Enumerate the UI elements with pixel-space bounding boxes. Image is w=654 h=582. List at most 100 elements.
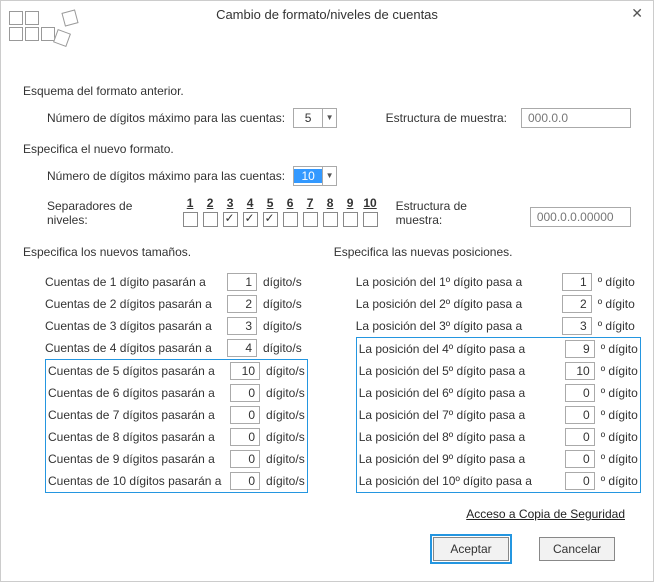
separator-checkbox-4[interactable] xyxy=(243,212,258,227)
size-row: Cuentas de 4 dígitos pasarán a4dígito/s xyxy=(45,337,308,359)
size-row: Cuentas de 9 dígitos pasarán a0dígito/s xyxy=(48,448,305,470)
position-input[interactable]: 9 xyxy=(565,340,595,358)
size-label: Cuentas de 8 dígitos pasarán a xyxy=(48,430,224,444)
label-new-max-digits: Número de dígitos máximo para las cuenta… xyxy=(47,169,285,183)
position-input[interactable]: 0 xyxy=(565,384,595,402)
size-row: Cuentas de 1 dígito pasarán a1dígito/s xyxy=(45,271,308,293)
position-label: La posición del 9º dígito pasa a xyxy=(359,452,559,466)
size-input[interactable]: 10 xyxy=(230,362,260,380)
size-input[interactable]: 0 xyxy=(230,406,260,424)
position-input[interactable]: 3 xyxy=(562,317,592,335)
position-row: La posición del 8º dígito pasa a0º dígit… xyxy=(359,426,638,448)
size-unit: dígito/s xyxy=(266,364,305,378)
position-input[interactable]: 10 xyxy=(565,362,595,380)
size-label: Cuentas de 7 dígitos pasarán a xyxy=(48,408,224,422)
position-input[interactable]: 0 xyxy=(565,450,595,468)
size-unit: dígito/s xyxy=(266,474,305,488)
new-struct-display: 000.0.0.00000 xyxy=(530,207,631,227)
size-input[interactable]: 0 xyxy=(230,450,260,468)
position-unit: º dígito xyxy=(601,474,638,488)
position-input[interactable]: 2 xyxy=(562,295,592,313)
separator-header-6: 6 xyxy=(283,196,298,210)
size-label: Cuentas de 10 dígitos pasarán a xyxy=(48,474,224,488)
position-input[interactable]: 1 xyxy=(562,273,592,291)
size-row: Cuentas de 3 dígitos pasarán a3dígito/s xyxy=(45,315,308,337)
position-unit: º dígito xyxy=(601,452,638,466)
position-unit: º dígito xyxy=(601,408,638,422)
separator-header-9: 9 xyxy=(343,196,358,210)
position-unit: º dígito xyxy=(601,364,638,378)
separator-checkbox-9[interactable] xyxy=(343,212,358,227)
size-row: Cuentas de 2 dígitos pasarán a 2 dígito/s xyxy=(45,293,308,315)
separator-header-4: 4 xyxy=(243,196,258,210)
position-row: La posición del 4º dígito pasa a 9 º dígit… xyxy=(359,338,638,360)
size-input[interactable]: 1 xyxy=(227,273,257,291)
size-row: Cuentas de 5 dígitos pasarán a 10 dígito/s xyxy=(48,360,305,382)
position-label: La posición del 2º dígito pasa a xyxy=(356,297,556,311)
size-unit: dígito/s xyxy=(263,341,302,355)
separator-checkbox-8[interactable] xyxy=(323,212,338,227)
chevron-down-icon: ▼ xyxy=(322,167,336,185)
size-input[interactable]: 2 xyxy=(227,295,257,313)
size-input[interactable]: 3 xyxy=(227,317,257,335)
position-row: La posición del 7º dígito pasa a 0 º dígit… xyxy=(359,404,638,426)
separator-checkbox-2[interactable] xyxy=(203,212,218,227)
close-icon[interactable]: ✕ xyxy=(631,5,643,22)
separator-header-10: 10 xyxy=(363,196,378,210)
new-max-digits-dropdown[interactable]: 10 ▼ xyxy=(293,166,337,186)
separator-header-1: 1 xyxy=(183,196,198,210)
position-input[interactable]: 0 xyxy=(565,406,595,424)
separator-checkbox-6[interactable] xyxy=(283,212,298,227)
position-label: La posición del 10º dígito pasa a xyxy=(359,474,559,488)
position-input[interactable]: 0 xyxy=(565,472,595,490)
accept-button[interactable]: Aceptar xyxy=(433,537,509,561)
new-max-digits-value: 10 xyxy=(294,169,322,183)
size-label: Cuentas de 9 dígitos pasarán a xyxy=(48,452,224,466)
label-new-struct: Estructura de muestra: xyxy=(396,199,506,227)
size-unit: dígito/s xyxy=(263,297,302,311)
size-row: Cuentas de 8 dígitos pasarán a 0 dígito/s xyxy=(48,426,305,448)
position-label: La posición del 4º dígito pasa a xyxy=(359,342,559,356)
separator-checkbox-3[interactable] xyxy=(223,212,238,227)
position-unit: º dígito xyxy=(601,430,638,444)
size-label: Cuentas de 5 dígitos pasarán a xyxy=(48,364,224,378)
separator-checkbox-1[interactable] xyxy=(183,212,198,227)
position-unit: º dígito xyxy=(601,342,638,356)
size-unit: dígito/s xyxy=(266,408,305,422)
size-row: Cuentas de 7 dígitos pasarán a 0 dígito/s xyxy=(48,404,305,426)
separator-checkbox-7[interactable] xyxy=(303,212,318,227)
size-label: Cuentas de 2 dígitos pasarán a xyxy=(45,297,221,311)
section-new-sizes: Especifica los nuevos tamaños. xyxy=(23,245,308,259)
position-unit: º dígito xyxy=(601,386,638,400)
position-row: La posición del 6º dígito pasa a0º dígit… xyxy=(359,382,638,404)
position-row: La posición del 9º dígito pasa a 0 º dígit… xyxy=(359,448,638,470)
position-unit: º dígito xyxy=(598,275,635,289)
section-new-format: Especifica el nuevo formato. xyxy=(23,142,631,156)
size-input[interactable]: 0 xyxy=(230,428,260,446)
separator-header-3: 3 xyxy=(223,196,238,210)
prev-max-digits-dropdown[interactable]: 5 ▼ xyxy=(293,108,337,128)
section-prev-format: Esquema del formato anterior. xyxy=(23,84,631,98)
link-backup-access[interactable]: Acceso a Copia de Seguridad xyxy=(23,507,625,521)
separator-checkbox-5[interactable] xyxy=(263,212,278,227)
position-label: La posición del 7º dígito pasa a xyxy=(359,408,559,422)
size-input[interactable]: 0 xyxy=(230,384,260,402)
size-input[interactable]: 0 xyxy=(230,472,260,490)
size-unit: dígito/s xyxy=(266,430,305,444)
position-unit: º dígito xyxy=(598,319,635,333)
size-row: Cuentas de 10 dígitos pasarán a 0 dígito/s xyxy=(48,470,305,492)
separator-checkbox-10[interactable] xyxy=(363,212,378,227)
separator-header-8: 8 xyxy=(323,196,338,210)
label-prev-struct: Estructura de muestra: xyxy=(386,111,507,125)
size-label: Cuentas de 3 dígitos pasarán a xyxy=(45,319,221,333)
position-row: La posición del 1º dígito pasa a1º dígit… xyxy=(356,271,641,293)
position-input[interactable]: 0 xyxy=(565,428,595,446)
size-row: Cuentas de 6 dígitos pasarán a0dígito/s xyxy=(48,382,305,404)
section-new-positions: Especifica las nuevas posiciones. xyxy=(334,245,641,259)
position-label: La posición del 5º dígito pasa a xyxy=(359,364,559,378)
size-input[interactable]: 4 xyxy=(227,339,257,357)
cancel-button[interactable]: Cancelar xyxy=(539,537,615,561)
position-row: La posición del 5º dígito pasa a 10 º dígi… xyxy=(359,360,638,382)
position-row: La posición del 3º dígito pasa a3º dígit… xyxy=(356,315,641,337)
position-row: La posición del 2º dígito pasa a2º dígit… xyxy=(356,293,641,315)
